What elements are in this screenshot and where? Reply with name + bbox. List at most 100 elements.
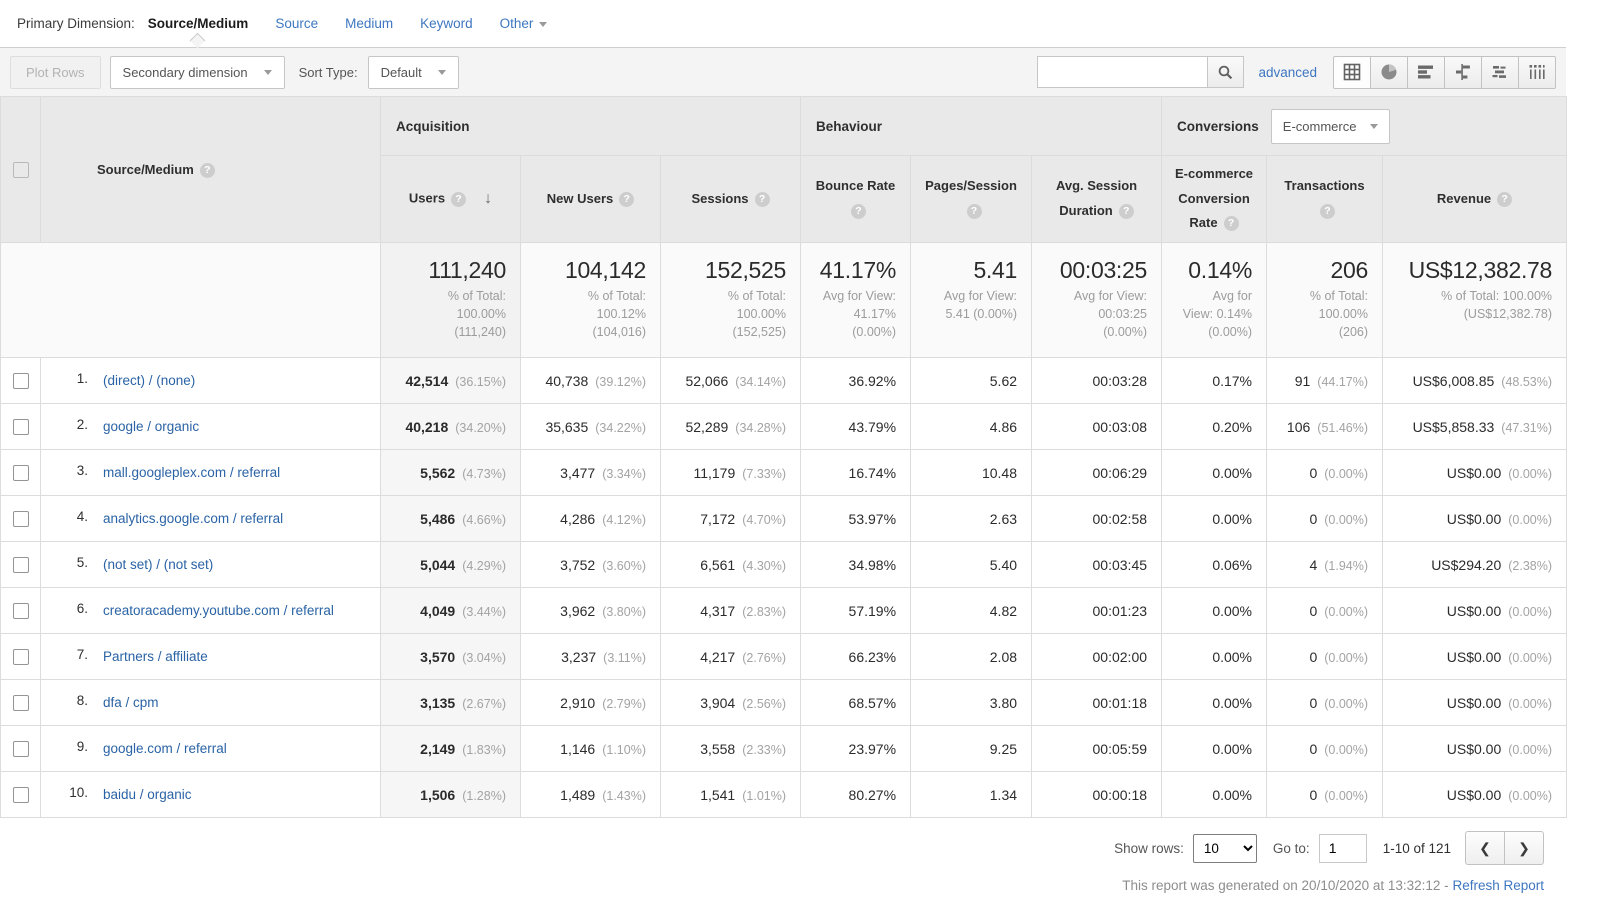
pages-session-cell: 10.48 (910, 449, 1033, 497)
search-input[interactable] (1037, 56, 1208, 88)
new-users-cell: 3,477 (3.34%) (520, 449, 661, 497)
help-icon[interactable]: ? (754, 191, 770, 207)
column-header-revenue[interactable]: Revenue? (1382, 154, 1568, 244)
source-medium-cell: 9. google.com / referral (40, 725, 381, 773)
primary-dimension-option-medium[interactable]: Medium (345, 16, 393, 31)
bounce-rate-cell: 23.97% (800, 725, 912, 773)
next-page-button[interactable]: ❯ (1504, 831, 1544, 866)
primary-dimension-selected-tab[interactable]: Source/Medium (148, 16, 248, 49)
conversion-rate-cell: 0.17% (1161, 357, 1268, 405)
show-rows-select[interactable]: 10 (1192, 833, 1257, 863)
help-icon[interactable]: ? (851, 204, 867, 220)
source-medium-link[interactable]: (not set) / (not set) (103, 555, 213, 575)
primary-dimension-option-source[interactable]: Source (275, 16, 318, 31)
source-medium-link[interactable]: mall.googleplex.com / referral (103, 463, 280, 483)
pivot-view-button[interactable] (1518, 55, 1556, 89)
pages-session-cell: 4.86 (910, 403, 1033, 451)
row-checkbox[interactable] (12, 372, 29, 389)
previous-page-button[interactable]: ❮ (1465, 831, 1505, 866)
row-checkbox[interactable] (12, 418, 29, 435)
column-header-bounce-rate[interactable]: Bounce Rate? (800, 154, 912, 244)
refresh-report-link[interactable]: Refresh Report (1452, 878, 1544, 893)
help-icon[interactable]: ? (619, 191, 635, 207)
row-checkbox[interactable] (12, 694, 29, 711)
avg-duration-cell: 00:02:00 (1031, 633, 1163, 681)
source-medium-link[interactable]: analytics.google.com / referral (103, 509, 283, 529)
source-medium-cell: 10. baidu / organic (40, 771, 381, 819)
advanced-search-link[interactable]: advanced (1258, 65, 1317, 80)
help-icon[interactable]: ? (966, 204, 982, 220)
totals-pages-session: 5.41 Avg for View: 5.41 (0.00%) (910, 242, 1033, 359)
sessions-cell: 3,558 (2.33%) (659, 725, 802, 773)
report-generated-note: This report was generated on 20/10/2020 … (0, 869, 1566, 902)
column-header-transactions[interactable]: Transactions? (1266, 154, 1384, 244)
goto-page-input[interactable] (1318, 833, 1367, 863)
source-medium-cell: 1. (direct) / (none) (40, 357, 381, 405)
totals-conversion-rate: 0.14% Avg for View: 0.14% (0.00%) (1161, 242, 1268, 359)
secondary-dimension-dropdown[interactable]: Secondary dimension (109, 55, 285, 89)
column-header-users[interactable]: Users? ↓ (380, 154, 521, 244)
row-checkbox[interactable] (12, 648, 29, 665)
conversion-rate-cell: 0.06% (1161, 541, 1268, 589)
transactions-cell: 0 (0.00%) (1266, 449, 1384, 497)
row-index: 3. (76, 462, 88, 478)
primary-dimension-option-keyword[interactable]: Keyword (420, 16, 473, 31)
data-table-view-button[interactable] (1333, 55, 1371, 89)
users-cell: 5,562 (4.73%) (380, 449, 521, 497)
totals-users: 111,240% of Total: 100.00% (111,240) (380, 242, 521, 359)
conversions-goal-dropdown[interactable]: E-commerce (1270, 108, 1391, 144)
row-checkbox[interactable] (12, 556, 29, 573)
source-medium-link[interactable]: creatoracademy.youtube.com / referral (103, 601, 334, 621)
column-header-sessions[interactable]: Sessions? (659, 154, 802, 244)
source-medium-link[interactable]: Partners / affiliate (103, 647, 208, 667)
help-icon[interactable]: ? (1118, 204, 1134, 220)
term-cloud-view-button[interactable] (1481, 55, 1519, 89)
help-icon[interactable]: ? (1320, 204, 1336, 220)
row-checkbox[interactable] (12, 510, 29, 527)
column-header-pages-session[interactable]: Pages/Session? (910, 154, 1033, 244)
row-checkbox[interactable] (12, 602, 29, 619)
row-checkbox[interactable] (12, 464, 29, 481)
performance-view-button[interactable] (1407, 55, 1445, 89)
row-checkbox[interactable] (12, 740, 29, 757)
source-medium-link[interactable]: baidu / organic (103, 785, 192, 805)
column-header-ecommerce-conversion-rate[interactable]: E-commerce Conversion Rate? (1161, 154, 1268, 244)
search-button[interactable] (1207, 56, 1245, 88)
avg-duration-cell: 00:03:28 (1031, 357, 1163, 405)
sort-type-dropdown[interactable]: Default (367, 55, 459, 89)
table-row: 3. mall.googleplex.com / referral 5,562 (4… (0, 449, 1568, 497)
bounce-rate-cell: 36.92% (800, 357, 912, 405)
source-medium-link[interactable]: (direct) / (none) (103, 371, 195, 391)
help-icon[interactable]: ? (451, 191, 467, 207)
pages-session-cell: 1.34 (910, 771, 1033, 819)
row-index: 2. (76, 416, 88, 432)
table-row: 8. dfa / cpm 3,135 (2.67%) 2,910 (2.79%) 3,… (0, 679, 1568, 727)
sessions-cell: 7,172 (4.70%) (659, 495, 802, 543)
row-index: 10. (69, 784, 88, 800)
source-medium-link[interactable]: google / organic (103, 417, 199, 437)
help-icon[interactable]: ? (199, 162, 215, 178)
percentage-view-button[interactable] (1370, 55, 1408, 89)
new-users-cell: 1,146 (1.10%) (520, 725, 661, 773)
goto-label: Go to: (1272, 840, 1310, 856)
row-checkbox[interactable] (12, 786, 29, 803)
help-icon[interactable]: ? (1497, 191, 1513, 207)
comparison-view-button[interactable] (1444, 55, 1482, 89)
sessions-cell: 11,179 (7.33%) (659, 449, 802, 497)
column-header-new-users[interactable]: New Users? (520, 154, 661, 244)
help-icon[interactable]: ? (1223, 216, 1239, 232)
source-medium-link[interactable]: dfa / cpm (103, 693, 159, 713)
primary-dimension-other-dropdown[interactable]: Other (500, 16, 548, 31)
avg-duration-cell: 00:03:45 (1031, 541, 1163, 589)
table-row: 4. analytics.google.com / referral 5,486(… (0, 495, 1568, 543)
chevron-down-icon (1370, 123, 1379, 129)
row-index: 4. (76, 508, 88, 524)
plot-rows-button[interactable]: Plot Rows (10, 55, 101, 89)
dimension-column-header[interactable]: Source/Medium? (40, 95, 381, 244)
select-all-checkbox[interactable] (12, 161, 29, 178)
avg-duration-cell: 00:05:59 (1031, 725, 1163, 773)
column-header-avg-session-duration[interactable]: Avg. Session Duration? (1031, 154, 1163, 244)
chevron-left-icon: ❮ (1479, 839, 1491, 856)
revenue-cell: US$0.00 (0.00%) (1382, 587, 1568, 635)
source-medium-link[interactable]: google.com / referral (103, 739, 227, 759)
